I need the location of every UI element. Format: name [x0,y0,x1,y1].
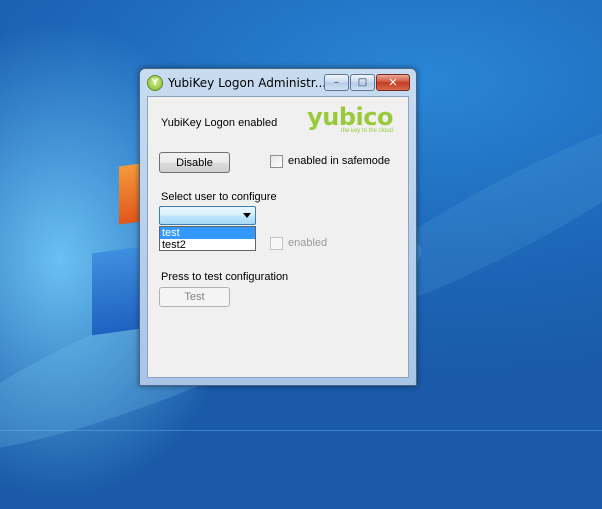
wallpaper-horizon-line [0,430,602,431]
chevron-down-icon [243,213,251,218]
dropdown-option-test[interactable]: test [160,227,255,239]
safemode-label: enabled in safemode [288,155,391,167]
safemode-checkbox[interactable] [270,155,283,168]
maximize-button[interactable]: □ [350,74,375,91]
test-config-label: Press to test configuration [161,271,289,283]
window-client-area: YubiKey Logon enabled yubico the key to … [147,96,409,378]
test-button[interactable]: Test [159,287,230,307]
dropdown-option-test2[interactable]: test2 [160,239,255,251]
window-title: YubiKey Logon Administr... [168,75,327,90]
user-enabled-checkbox[interactable] [270,237,283,250]
yubikey-admin-window: Y YubiKey Logon Administr... – □ ✕ YubiK… [139,68,417,386]
windows-logo-blue [92,246,140,336]
logo-wordmark: yubico [307,103,393,131]
disable-button[interactable]: Disable [159,152,230,173]
caption-buttons: – □ ✕ [324,74,410,91]
user-enabled-label: enabled [288,237,328,249]
close-icon: ✕ [388,76,398,89]
minimize-icon: – [334,77,339,88]
user-select-combobox[interactable] [159,206,256,225]
close-button[interactable]: ✕ [376,74,410,91]
minimize-button[interactable]: – [324,74,349,91]
yubikey-app-icon: Y [147,74,163,91]
logon-status-label: YubiKey Logon enabled [161,117,278,129]
maximize-icon: □ [357,77,368,88]
yubico-logo: yubico the key to the cloud [298,105,393,134]
user-dropdown-list: test test2 [159,226,256,251]
title-bar[interactable]: Y YubiKey Logon Administr... – □ ✕ [140,69,416,96]
windows-logo-orange [119,163,141,225]
select-user-label: Select user to configure [161,191,277,203]
